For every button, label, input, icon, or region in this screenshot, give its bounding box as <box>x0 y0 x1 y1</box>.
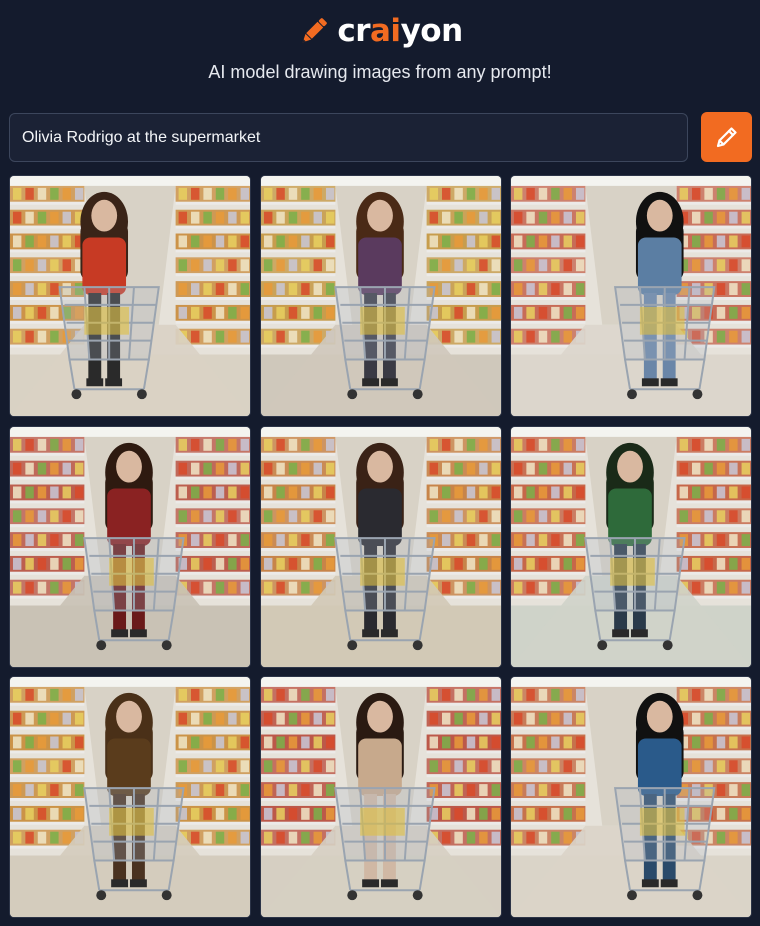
logo-text-suffix: yon <box>400 12 464 49</box>
prompt-input[interactable] <box>9 113 688 162</box>
supermarket-scene-illustration <box>10 677 250 917</box>
craiyon-app: craiyon AI model drawing images from any… <box>0 0 760 926</box>
pencil-icon <box>716 127 737 148</box>
supermarket-scene-illustration <box>511 677 751 917</box>
supermarket-scene-illustration <box>511 176 751 416</box>
logo-text: craiyon <box>337 12 464 49</box>
supermarket-scene-illustration <box>10 426 250 667</box>
logo-text-prefix: cr <box>337 12 371 49</box>
pencil-icon <box>303 18 328 43</box>
logo-text-accent: ai <box>370 12 401 49</box>
supermarket-scene-illustration <box>10 176 250 416</box>
result-grid <box>9 175 752 918</box>
supermarket-scene-illustration <box>511 426 751 667</box>
supermarket-scene-illustration <box>260 677 501 917</box>
tagline: AI model drawing images from any prompt! <box>208 62 552 82</box>
generated-image[interactable] <box>510 676 752 918</box>
generated-image[interactable] <box>259 425 502 668</box>
logo[interactable]: craiyon <box>0 10 760 52</box>
supermarket-scene-illustration <box>260 426 501 667</box>
generated-image[interactable] <box>9 676 251 918</box>
generated-image[interactable] <box>259 676 502 918</box>
supermarket-scene-illustration <box>260 176 501 416</box>
generated-image[interactable] <box>9 175 251 417</box>
generated-image[interactable] <box>9 425 251 668</box>
generated-image[interactable] <box>259 175 502 417</box>
generated-image[interactable] <box>510 175 752 417</box>
generated-image[interactable] <box>510 425 752 668</box>
draw-button[interactable] <box>701 112 752 162</box>
